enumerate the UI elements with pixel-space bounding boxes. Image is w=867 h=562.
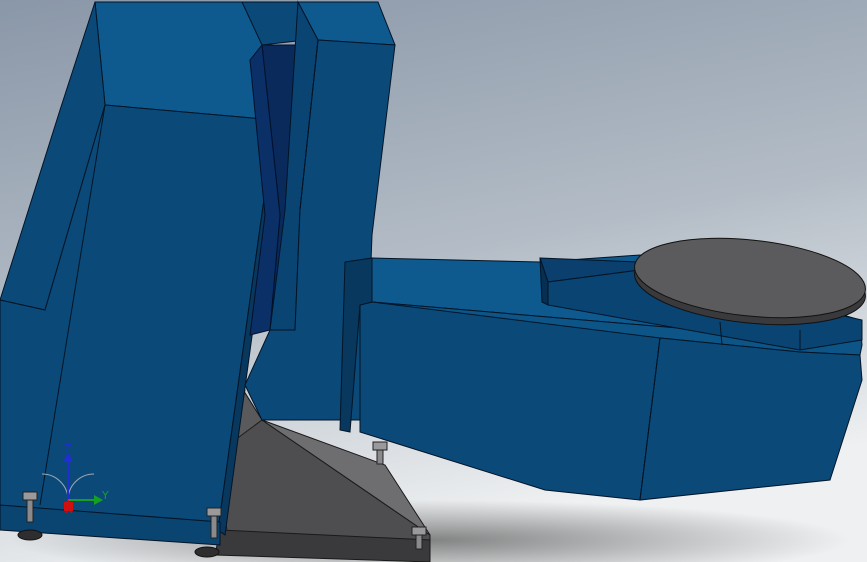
triad-y-label: Y [101, 489, 109, 502]
triad-z-label: Z [64, 442, 72, 455]
model-canvas[interactable]: Z Y X [0, 0, 867, 562]
triad-x-label: X [65, 503, 73, 516]
cad-viewport[interactable]: Z Y X [0, 0, 867, 562]
